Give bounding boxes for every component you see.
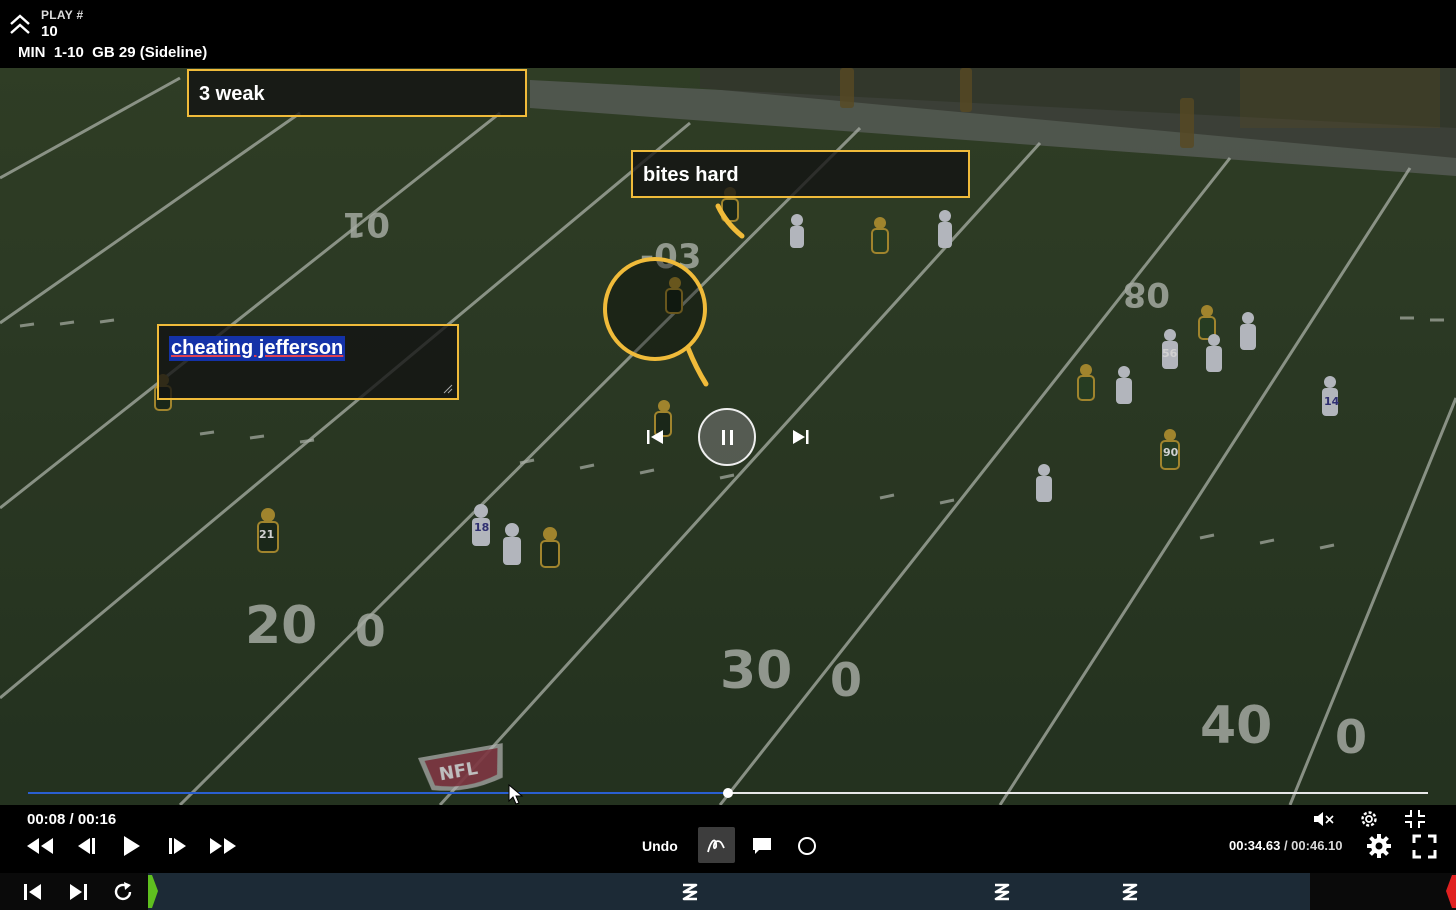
annotation-text: bites hard [643, 164, 739, 186]
annotation-text-selected[interactable]: cheating jefferson [169, 336, 346, 361]
mute-icon[interactable] [1312, 809, 1336, 829]
drawing-marker-icon[interactable] [678, 879, 702, 905]
clip-time: 00:08 / 00:16 [27, 811, 117, 828]
timeline-start-marker[interactable] [148, 875, 158, 908]
skip-to-end-icon[interactable] [67, 882, 89, 902]
annotation-text: 3 weak [199, 83, 265, 105]
total-time-current: 00:34.63 [1229, 838, 1281, 853]
step-back-icon[interactable] [74, 836, 98, 856]
annotation-cheating-jefferson[interactable]: cheating jefferson [157, 324, 459, 400]
collapse-up-icon[interactable] [8, 14, 32, 36]
resize-grip-icon[interactable] [443, 384, 453, 394]
play-icon[interactable] [120, 835, 142, 857]
settings-gear-icon-small[interactable] [1358, 808, 1380, 830]
undo-button[interactable]: Undo [642, 838, 678, 854]
video-progress-bar[interactable] [28, 788, 1428, 798]
exit-fullscreen-icon[interactable] [1403, 808, 1427, 830]
play-header: PLAY # 10 MIN 1-10 GB 29 (Sideline) [0, 0, 1456, 68]
total-time-separator: / [1280, 838, 1292, 853]
mouse-cursor-icon [508, 784, 524, 805]
skip-to-start-icon[interactable] [22, 882, 44, 902]
comment-icon[interactable] [751, 836, 773, 856]
previous-frame-icon[interactable] [643, 426, 667, 448]
total-time-duration: 00:46.10 [1291, 838, 1343, 853]
player-controls: 00:08 / 00:16 Undo 00:34.63 / 00:46.10 [0, 805, 1456, 873]
video-progress-handle[interactable] [723, 788, 733, 798]
video-player[interactable]: 01 08 20 0 30 0 40 0 -03 NFL 56 90 14 18… [0, 68, 1456, 805]
settings-gear-icon[interactable] [1366, 833, 1392, 859]
circle-tool-icon[interactable] [796, 835, 818, 857]
playlist-timeline [0, 873, 1456, 910]
next-frame-icon[interactable] [789, 426, 813, 448]
step-forward-icon[interactable] [166, 836, 190, 856]
rewind-icon[interactable] [25, 836, 55, 856]
replay-icon[interactable] [112, 881, 134, 903]
drawing-marker-icon[interactable] [990, 879, 1014, 905]
pause-button[interactable] [698, 408, 756, 466]
game-situation: MIN 1-10 GB 29 (Sideline) [18, 44, 208, 61]
freehand-draw-button[interactable] [698, 827, 735, 863]
drawing-marker-icon[interactable] [1118, 879, 1142, 905]
annotation-bites-hard[interactable]: bites hard [631, 150, 970, 198]
fast-forward-icon[interactable] [208, 836, 238, 856]
play-number: 10 [41, 23, 58, 40]
annotation-3-weak[interactable]: 3 weak [187, 69, 527, 117]
freehand-draw-icon [707, 839, 725, 853]
timeline-end-marker[interactable] [1446, 875, 1456, 908]
video-progress-fill [28, 792, 728, 794]
total-time: 00:34.63 / 00:46.10 [1229, 838, 1343, 853]
play-number-label: PLAY # [41, 8, 84, 22]
fullscreen-icon[interactable] [1412, 834, 1437, 859]
